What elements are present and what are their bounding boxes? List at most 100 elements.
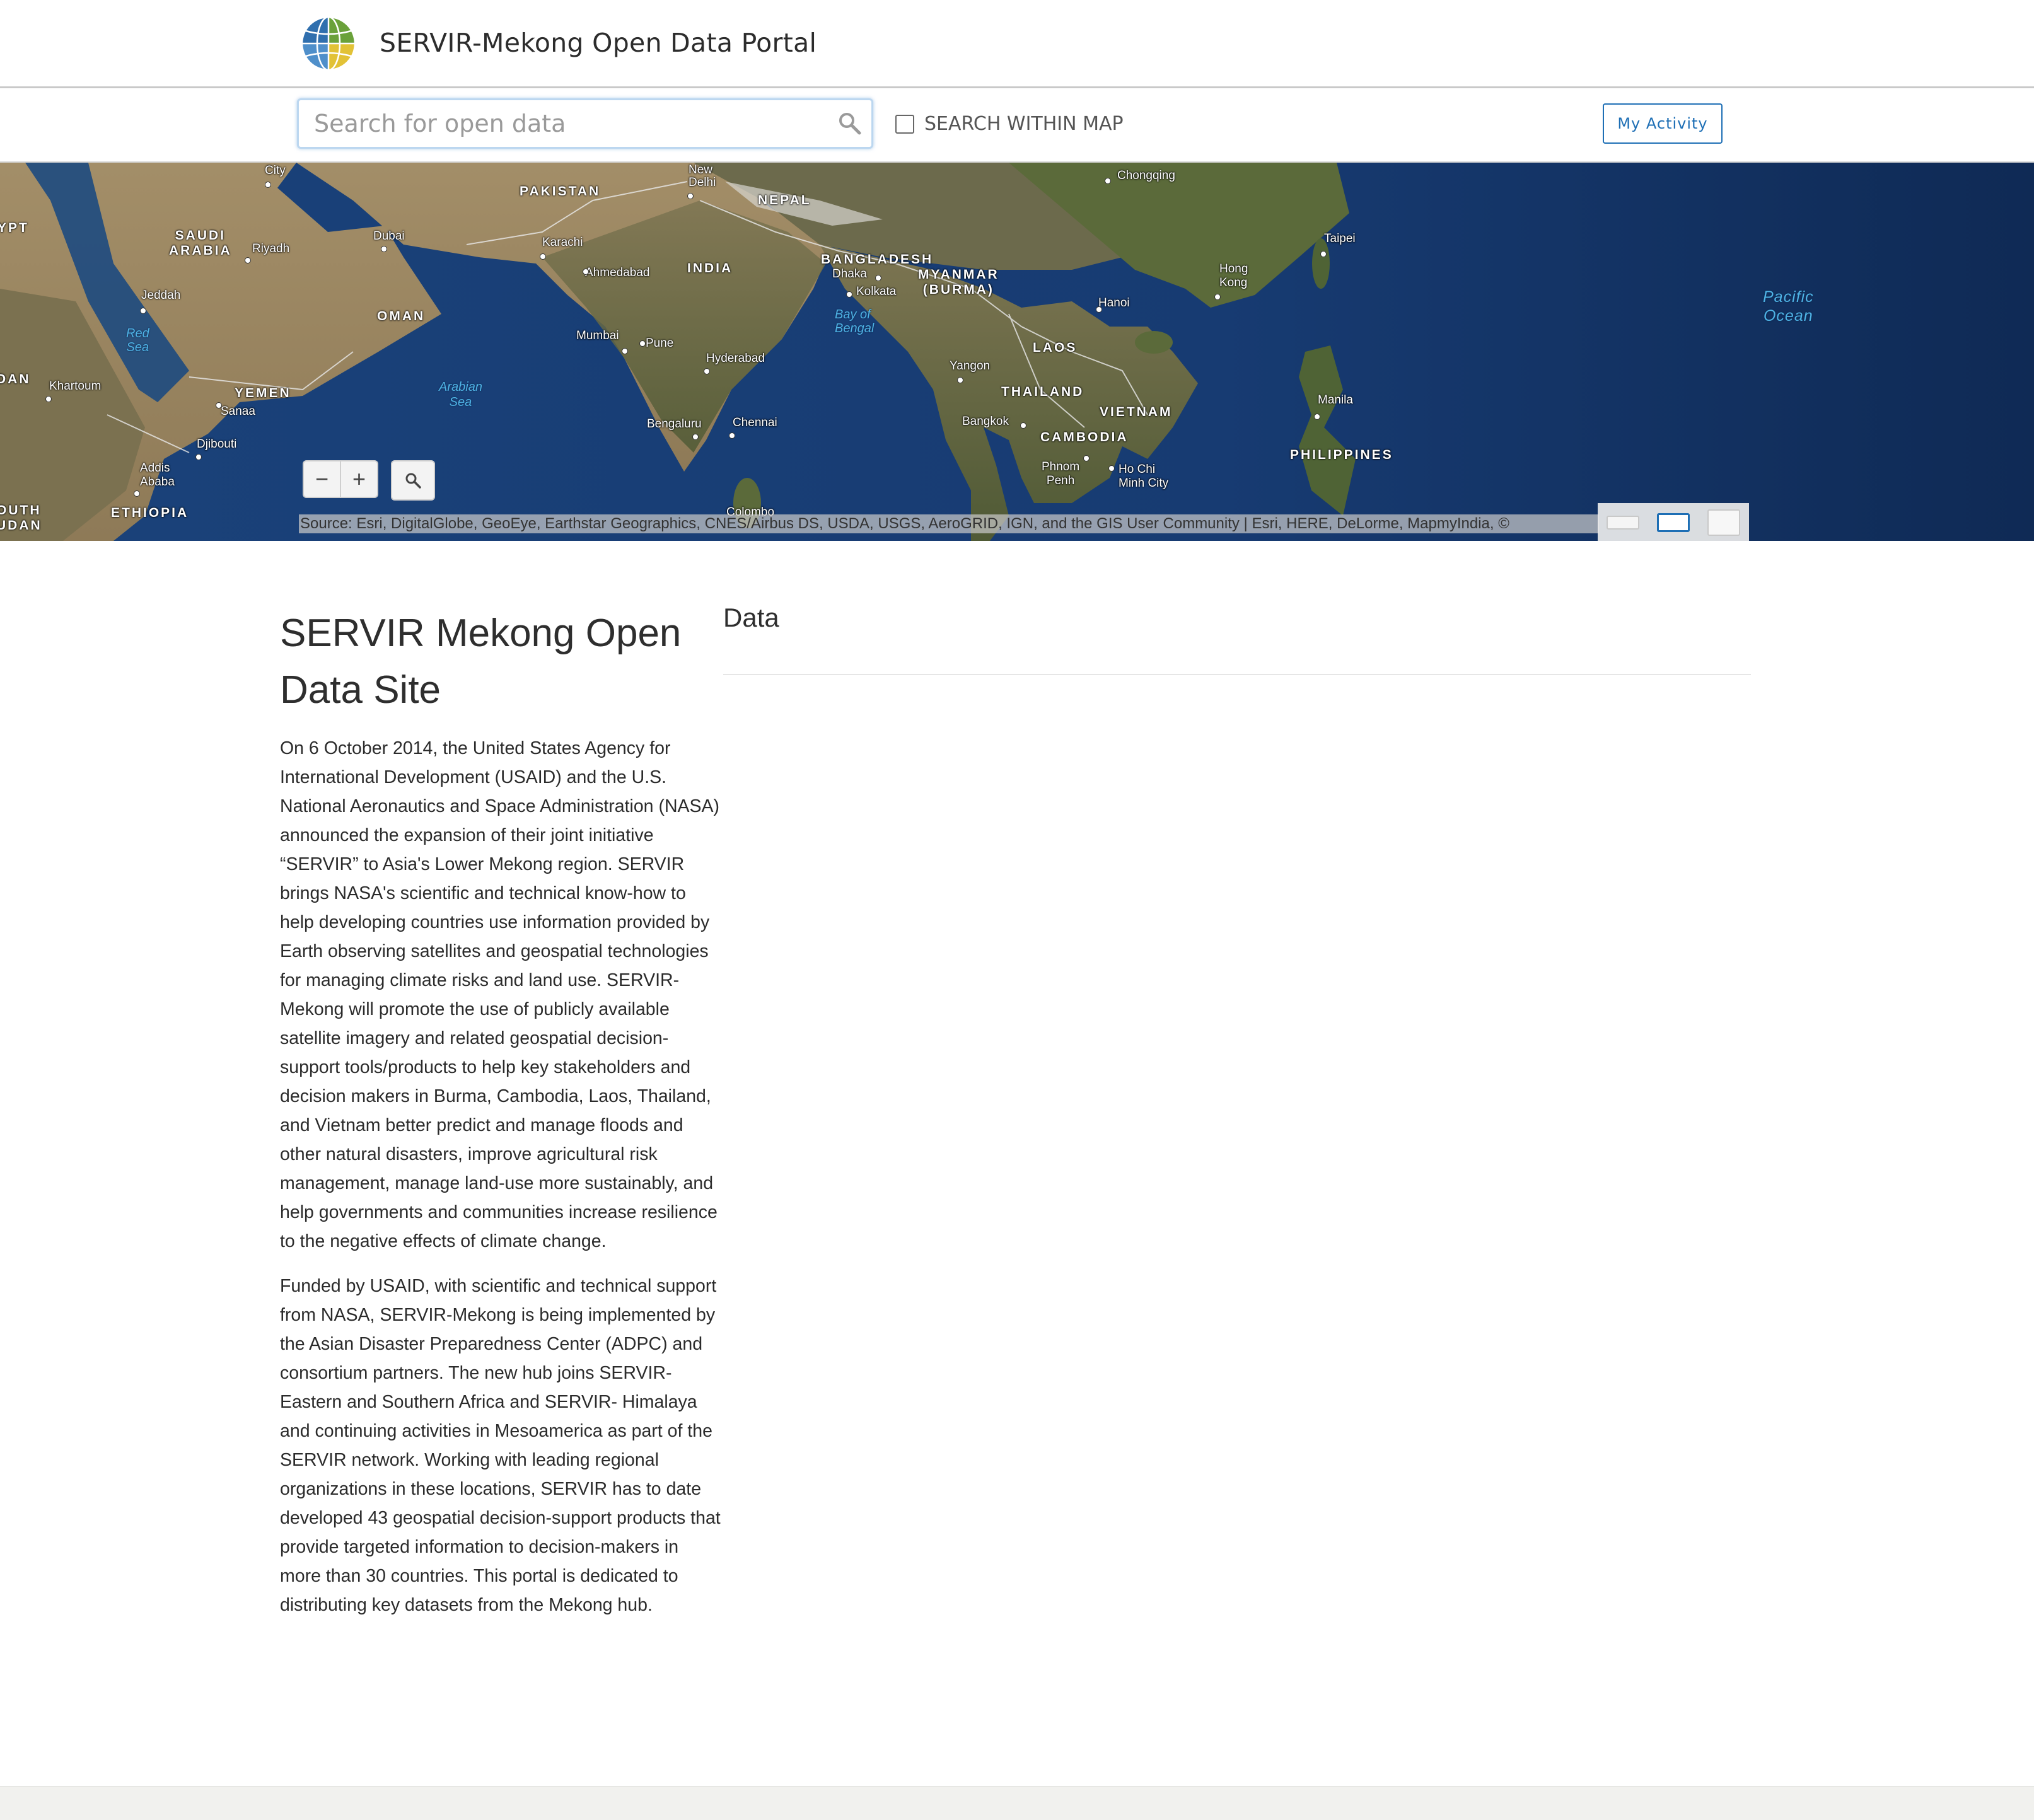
map-label-red-sea: Red Sea: [126, 327, 149, 354]
city-marker: [1314, 414, 1320, 420]
map-label-laos: LAOS: [1033, 340, 1078, 355]
page-title: SERVIR Mekong Open Data Site: [280, 611, 682, 712]
map-label-hyderabad: Hyderabad: [706, 352, 765, 365]
intro-paragraph: On 6 October 2014, the United States Age…: [280, 738, 720, 1251]
map-label-taipei: Taipei: [1324, 232, 1356, 245]
map-label-phnom-penh: Phnom Penh: [1042, 460, 1080, 487]
site-title[interactable]: SERVIR-Mekong Open Data Portal: [380, 28, 817, 58]
map-label-dhaka: Dhaka: [832, 267, 867, 281]
map-label-yemen: YEMEN: [235, 386, 291, 400]
city-marker: [729, 432, 735, 439]
city-marker: [1214, 294, 1221, 300]
map-label-bay-of-bengal: Bay of Bengal: [835, 308, 875, 335]
city-marker: [687, 193, 694, 199]
map-label-hong-kong: Hong Kong: [1219, 262, 1248, 289]
city-marker: [195, 454, 202, 460]
map-label-sanaa: Sanaa: [221, 405, 255, 418]
zoom-out-button[interactable]: −: [304, 461, 340, 497]
magnifier-icon: [405, 473, 421, 489]
map-label-bangkok: Bangkok: [962, 415, 1009, 428]
map-label-addis-ababa: Addis Ababa: [140, 461, 175, 489]
map-label-riyadh: Riyadh: [252, 242, 290, 255]
map-label-bangladesh: BANGLADESH: [821, 252, 934, 267]
map-label-dubai: Dubai: [373, 229, 405, 243]
map-label-india: INDIA: [687, 261, 733, 275]
map-label-ethiopia: ETHIOPIA: [111, 506, 189, 520]
city-marker: [540, 253, 546, 260]
map-label-hanoi: Hanoi: [1098, 296, 1130, 310]
city-marker: [875, 275, 881, 281]
top-header: SERVIR-Mekong Open Data Portal: [0, 0, 2034, 88]
city-marker: [692, 434, 699, 440]
map-label-khartoum: Khartoum: [49, 380, 102, 393]
map-label-egypt: YPT: [0, 221, 29, 235]
city-marker: [1083, 455, 1090, 461]
search-within-map-toggle[interactable]: SEARCH WITHIN MAP: [895, 113, 1124, 135]
my-activity-button[interactable]: My Activity: [1603, 103, 1723, 144]
map-label-saudi-arabia: SAUDI ARABIA: [169, 228, 232, 258]
zoom-controls: − +: [303, 460, 378, 498]
map-label-oman: OMAN: [377, 309, 426, 323]
data-section-divider: [723, 674, 1751, 675]
map-label-chennai: Chennai: [733, 416, 777, 429]
map-label-yangon: Yangon: [950, 359, 991, 373]
map-label-south-sudan: OUTH UDAN: [0, 503, 42, 533]
basemap-option-short[interactable]: [1607, 516, 1639, 530]
city-marker: [704, 368, 710, 374]
page-footer: [0, 1786, 2034, 1820]
map-label-bengaluru: Bengaluru: [647, 417, 702, 431]
map-label-jeddah: Jeddah: [141, 289, 181, 302]
map-label-arabian-sea: Arabian Sea: [439, 380, 482, 409]
map-label-nepal: NEPAL: [758, 193, 811, 207]
map-label-cambodia: CAMBODIA: [1040, 430, 1129, 444]
map-label-ho-chi-minh-city: Ho Chi Minh City: [1119, 463, 1169, 490]
map-label-chongqing: Chongqing: [1117, 169, 1175, 182]
city-marker: [1096, 306, 1102, 313]
data-section-heading: Data: [723, 603, 779, 632]
map-label-vietnam: VIETNAM: [1100, 405, 1173, 419]
city-marker: [1020, 422, 1026, 429]
funding-paragraph: Funded by USAID, with scientific and tec…: [280, 1276, 721, 1615]
search-input[interactable]: [313, 107, 820, 141]
city-marker: [622, 348, 628, 354]
map-label-karachi: Karachi: [542, 236, 583, 249]
globe-logo-icon[interactable]: [300, 15, 357, 72]
map-search-button[interactable]: [391, 460, 435, 501]
city-marker: [381, 246, 387, 252]
city-marker: [134, 490, 140, 497]
map-label-sudan: DAN: [0, 372, 31, 386]
map-label-city: City: [265, 164, 286, 177]
map-label-new-delhi: New Delhi: [689, 163, 716, 189]
map-label-pakistan: PAKISTAN: [520, 184, 601, 199]
search-within-map-checkbox[interactable]: [895, 114, 914, 134]
search-box[interactable]: [297, 98, 873, 149]
city-marker: [245, 257, 251, 264]
map-label-philippines: PHILIPPINES: [1290, 448, 1393, 462]
map-label-pacific-ocean: Pacific Ocean: [1763, 288, 1814, 325]
city-marker: [1320, 251, 1327, 257]
map-label-ahmedabad: Ahmedabad: [585, 266, 650, 279]
search-toolbar: SEARCH WITHIN MAP My Activity: [0, 88, 2034, 163]
city-marker: [583, 269, 589, 275]
search-icon[interactable]: [837, 111, 863, 136]
map-label-kolkata: Kolkata: [856, 285, 897, 298]
basemap-option-tall[interactable]: [1707, 509, 1740, 536]
city-marker: [846, 291, 852, 298]
zoom-in-button[interactable]: +: [340, 461, 377, 497]
city-marker: [265, 182, 271, 188]
city-marker: [45, 396, 52, 402]
map-label-mumbai: Mumbai: [576, 329, 619, 342]
map-label-thailand: THAILAND: [1001, 385, 1084, 399]
city-marker: [1108, 465, 1115, 472]
map-label-myanmar: MYANMAR (BURMA): [918, 267, 999, 297]
map-label-manila: Manila: [1318, 393, 1353, 407]
search-within-map-label[interactable]: SEARCH WITHIN MAP: [924, 113, 1124, 135]
map-attribution: Source: Esri, DigitalGlobe, GeoEye, Eart…: [299, 514, 1599, 533]
city-marker: [140, 308, 146, 314]
basemap-switcher: [1598, 503, 1749, 541]
map-label-djibouti: Djibouti: [197, 438, 237, 451]
city-marker: [216, 402, 222, 409]
map-view[interactable]: YPT SAUDI ARABIA PAKISTAN NEPAL INDIA BA…: [0, 163, 2034, 541]
city-marker: [957, 377, 963, 383]
basemap-option-medium-selected[interactable]: [1657, 513, 1690, 532]
